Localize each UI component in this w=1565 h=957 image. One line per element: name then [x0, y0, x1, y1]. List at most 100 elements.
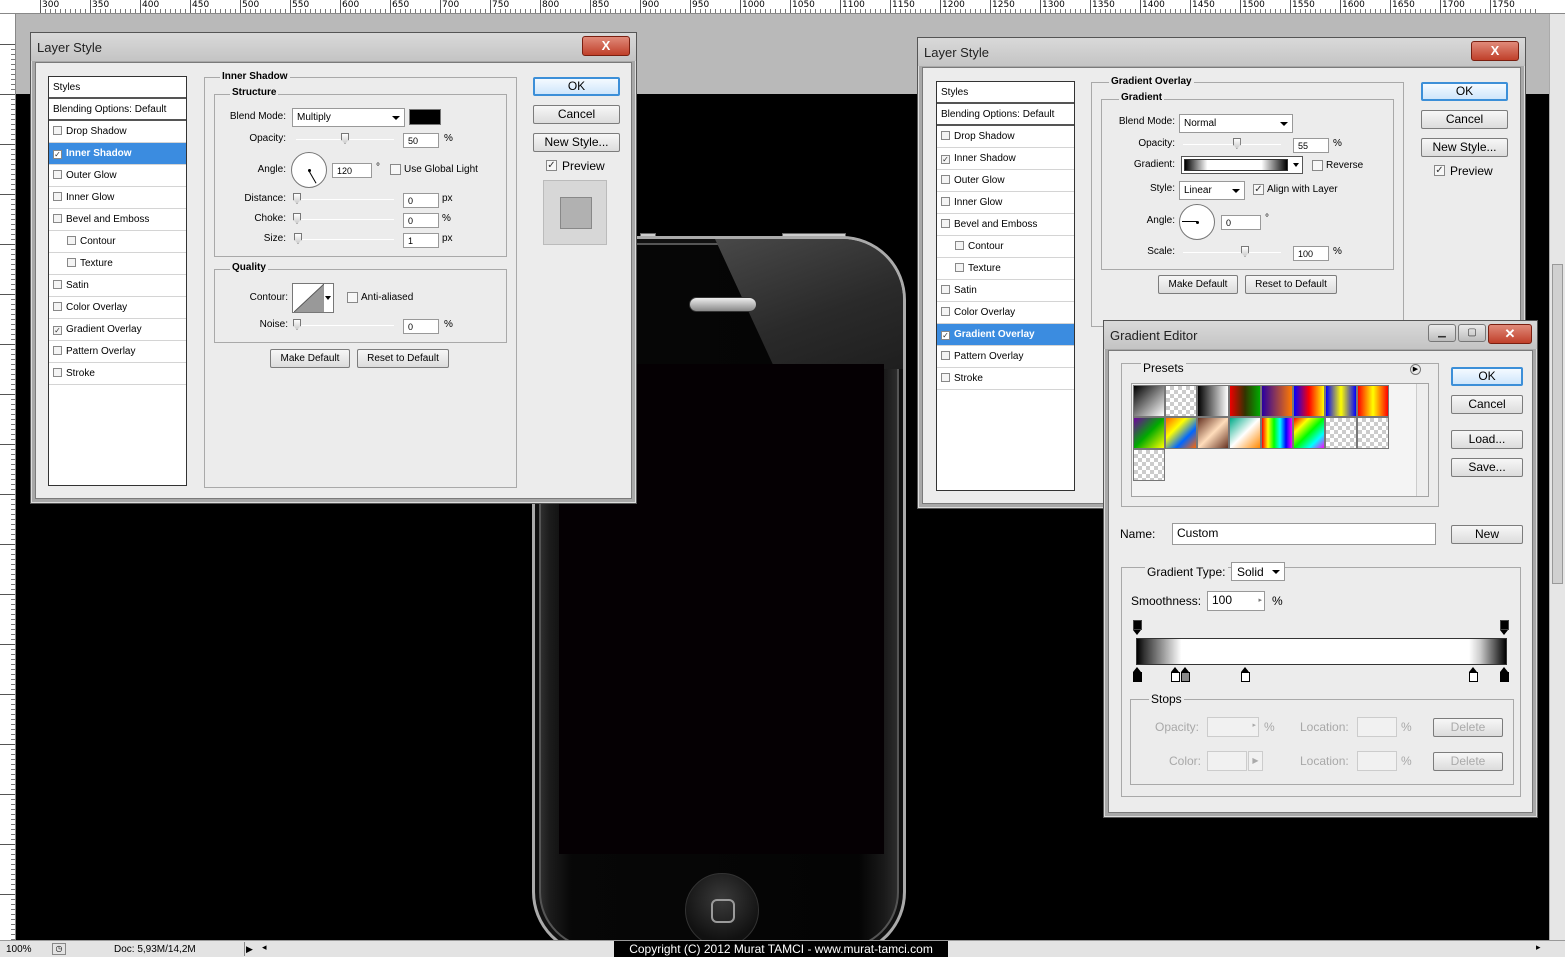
- style-item-contour[interactable]: Contour: [49, 231, 186, 253]
- style-checkbox[interactable]: [67, 258, 76, 267]
- preview-checkbox[interactable]: ✓: [546, 160, 557, 171]
- style-checkbox[interactable]: [53, 346, 62, 355]
- style-checkbox[interactable]: [955, 263, 964, 272]
- style-item-bevel-and-emboss[interactable]: Bevel and Emboss: [937, 214, 1074, 236]
- style-checkbox[interactable]: [941, 351, 950, 360]
- angle-input[interactable]: 120: [332, 163, 372, 178]
- style-checkbox[interactable]: [53, 280, 62, 289]
- style-item-pattern-overlay[interactable]: Pattern Overlay: [49, 341, 186, 363]
- delete-opacity-stop-button[interactable]: Delete: [1433, 718, 1503, 737]
- preview-checkbox[interactable]: ✓: [1434, 165, 1445, 176]
- style-item-contour[interactable]: Contour: [937, 236, 1074, 258]
- style-checkbox[interactable]: [941, 219, 950, 228]
- style-item-texture[interactable]: Texture: [937, 258, 1074, 280]
- gradient-preset[interactable]: [1357, 385, 1389, 417]
- reverse-checkbox[interactable]: [1312, 160, 1323, 171]
- noise-slider[interactable]: [293, 319, 394, 330]
- styles-header[interactable]: Styles: [937, 82, 1074, 104]
- style-checkbox[interactable]: [941, 285, 950, 294]
- style-checkbox[interactable]: [53, 368, 62, 377]
- style-item-stroke[interactable]: Stroke: [49, 363, 186, 385]
- style-item-texture[interactable]: Texture: [49, 253, 186, 275]
- gradient-preset[interactable]: [1261, 417, 1293, 449]
- size-slider[interactable]: [294, 233, 394, 244]
- style-checkbox[interactable]: ✓: [941, 155, 950, 164]
- opacity-slider[interactable]: [296, 133, 394, 144]
- presets-menu-icon[interactable]: ▶: [1410, 364, 1421, 375]
- history-icon[interactable]: ◷: [52, 943, 66, 955]
- gradient-preset[interactable]: [1293, 385, 1325, 417]
- styles-header[interactable]: Styles: [49, 77, 186, 99]
- style-checkbox[interactable]: [53, 302, 62, 311]
- save-button[interactable]: Save...: [1451, 458, 1523, 477]
- ok-button[interactable]: OK: [1451, 367, 1523, 386]
- scale-input[interactable]: 100: [1293, 246, 1329, 261]
- style-checkbox[interactable]: [941, 373, 950, 382]
- gradient-picker[interactable]: [1181, 156, 1303, 174]
- gradient-preset[interactable]: [1133, 449, 1165, 481]
- title-bar[interactable]: Layer Style X: [31, 33, 636, 61]
- vertical-scrollbar[interactable]: [1549, 14, 1565, 940]
- style-item-inner-glow[interactable]: Inner Glow: [49, 187, 186, 209]
- stop-opacity-location-input[interactable]: [1357, 717, 1397, 737]
- status-menu-arrow-icon[interactable]: ▶: [244, 942, 254, 956]
- shadow-color-swatch[interactable]: [409, 109, 441, 125]
- style-item-color-overlay[interactable]: Color Overlay: [49, 297, 186, 319]
- stop-color-location-input[interactable]: [1357, 751, 1397, 771]
- style-item-inner-shadow[interactable]: ✓ Inner Shadow: [937, 148, 1074, 170]
- gradient-preset[interactable]: [1325, 417, 1357, 449]
- anti-aliased-checkbox[interactable]: [347, 292, 358, 303]
- distance-slider[interactable]: [293, 193, 394, 204]
- gradient-type-select[interactable]: Solid: [1231, 562, 1285, 581]
- gradient-preset[interactable]: [1133, 385, 1165, 417]
- minimize-button[interactable]: ▁: [1428, 324, 1456, 342]
- style-item-outer-glow[interactable]: Outer Glow: [49, 165, 186, 187]
- style-item-stroke[interactable]: Stroke: [937, 368, 1074, 390]
- noise-input[interactable]: 0: [403, 319, 439, 334]
- style-item-satin[interactable]: Satin: [49, 275, 186, 297]
- style-checkbox[interactable]: ✓: [53, 326, 62, 335]
- name-input[interactable]: Custom: [1172, 523, 1436, 545]
- blend-mode-select[interactable]: Normal: [1179, 114, 1293, 133]
- make-default-button[interactable]: Make Default: [1158, 275, 1238, 294]
- color-stop[interactable]: [1180, 667, 1191, 683]
- angle-dial[interactable]: [1179, 204, 1215, 240]
- stop-opacity-input[interactable]: ▸: [1207, 717, 1259, 737]
- close-button[interactable]: X: [582, 36, 630, 56]
- smoothness-input[interactable]: 100 ▸: [1207, 591, 1265, 611]
- title-bar[interactable]: Layer Style X: [918, 38, 1525, 66]
- gradient-preset[interactable]: [1197, 385, 1229, 417]
- scale-slider[interactable]: [1183, 246, 1281, 257]
- align-with-layer-checkbox[interactable]: ✓: [1253, 184, 1264, 195]
- color-menu-arrow-icon[interactable]: ▶: [1248, 751, 1263, 771]
- title-bar[interactable]: Gradient Editor ▁ ▢ ✕: [1104, 321, 1537, 349]
- scroll-right-icon[interactable]: ▸: [1536, 942, 1541, 953]
- color-stop[interactable]: [1499, 667, 1510, 683]
- style-checkbox[interactable]: ✓: [53, 150, 62, 159]
- choke-input[interactable]: 0: [403, 213, 439, 228]
- gradient-ramp[interactable]: [1136, 638, 1507, 665]
- angle-input[interactable]: 0: [1221, 215, 1261, 230]
- use-global-light-checkbox[interactable]: [390, 164, 401, 175]
- scrollbar-thumb[interactable]: [1552, 264, 1563, 584]
- ok-button[interactable]: OK: [1421, 82, 1508, 101]
- contour-picker[interactable]: [292, 283, 334, 313]
- blending-options-item[interactable]: Blending Options: Default: [937, 104, 1074, 126]
- style-checkbox[interactable]: [53, 214, 62, 223]
- style-checkbox[interactable]: [941, 131, 950, 140]
- blend-mode-select[interactable]: Multiply: [292, 108, 405, 127]
- style-item-satin[interactable]: Satin: [937, 280, 1074, 302]
- style-item-outer-glow[interactable]: Outer Glow: [937, 170, 1074, 192]
- delete-color-stop-button[interactable]: Delete: [1433, 752, 1503, 771]
- close-button[interactable]: ✕: [1488, 324, 1532, 344]
- reset-to-default-button[interactable]: Reset to Default: [1245, 275, 1337, 294]
- style-checkbox[interactable]: [67, 236, 76, 245]
- style-checkbox[interactable]: [941, 307, 950, 316]
- style-checkbox[interactable]: [941, 197, 950, 206]
- blending-options-item[interactable]: Blending Options: Default: [49, 99, 186, 121]
- style-checkbox[interactable]: [53, 126, 62, 135]
- cancel-button[interactable]: Cancel: [1421, 110, 1508, 129]
- gradient-preset[interactable]: [1261, 385, 1293, 417]
- style-checkbox[interactable]: [955, 241, 964, 250]
- style-item-pattern-overlay[interactable]: Pattern Overlay: [937, 346, 1074, 368]
